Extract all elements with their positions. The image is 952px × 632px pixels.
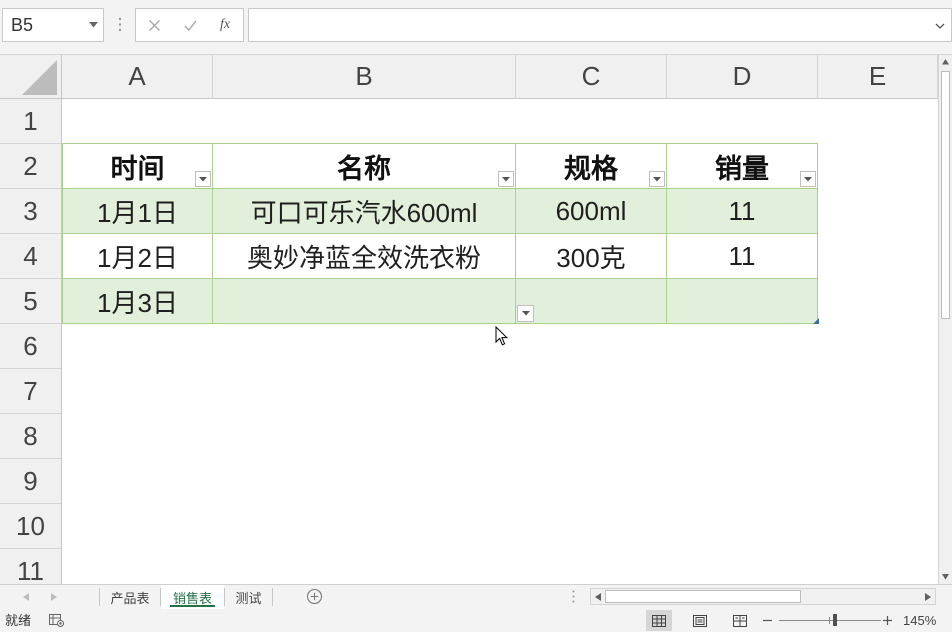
status-bar: 就绪 145% (0, 609, 952, 632)
row-header[interactable]: 2 (0, 144, 61, 189)
chevron-down-icon[interactable] (89, 22, 98, 28)
horizontal-scroll-thumb[interactable] (605, 590, 801, 603)
row-header[interactable]: 3 (0, 189, 61, 234)
filter-dropdown-button[interactable] (498, 171, 514, 187)
vertical-scrollbar[interactable] (938, 55, 952, 584)
zoom-slider-thumb[interactable] (833, 614, 837, 626)
status-ready-text: 就绪 (5, 613, 32, 628)
zoom-in-icon[interactable] (882, 615, 893, 626)
filter-dropdown-icon (804, 176, 812, 181)
filter-dropdown-button[interactable] (649, 171, 665, 187)
row-headers: 1 2 3 4 5 6 7 8 9 10 11 (0, 99, 62, 584)
tab-split-grip-icon[interactable] (572, 590, 575, 603)
normal-view-button[interactable] (646, 610, 672, 631)
formula-bar-grip-icon[interactable] (118, 17, 122, 32)
table-header-cell[interactable]: 规格 (516, 144, 667, 189)
chevron-down-icon (521, 311, 530, 316)
table-resize-handle[interactable] (813, 318, 819, 324)
normal-view-icon (652, 614, 666, 627)
scroll-left-icon[interactable] (595, 593, 601, 601)
horizontal-scrollbar[interactable] (590, 588, 936, 605)
filter-dropdown-icon (502, 176, 510, 181)
table-cell[interactable] (667, 279, 818, 324)
column-header-d[interactable]: D (667, 55, 818, 99)
page-break-preview-icon (733, 614, 747, 627)
column-header-a[interactable]: A (62, 55, 213, 99)
table-header-label: 时间 (110, 153, 165, 184)
sheet-tab-sales[interactable]: 销售表 (161, 585, 224, 609)
table-cell[interactable]: 300克 (516, 234, 667, 279)
active-cell-b5[interactable] (213, 279, 516, 324)
page-layout-view-icon (693, 614, 707, 627)
table-cell[interactable]: 1月2日 (63, 234, 213, 279)
formula-bar: B5 fx (0, 0, 952, 55)
sheet-tab-products[interactable]: 产品表 (100, 585, 160, 609)
zoom-level-label[interactable]: 145% (903, 609, 936, 632)
filter-dropdown-icon (199, 176, 207, 181)
row-header[interactable]: 6 (0, 324, 61, 369)
table-header-cell[interactable]: 名称 (213, 144, 516, 189)
scroll-up-icon[interactable] (942, 59, 949, 65)
table-header-cell[interactable]: 销量 (667, 144, 818, 189)
table-cell[interactable]: 11 (667, 234, 818, 279)
validation-dropdown-button[interactable] (517, 305, 534, 322)
add-circle-icon[interactable] (306, 588, 323, 605)
name-box-value: B5 (11, 15, 34, 35)
active-tab-underline (170, 605, 215, 607)
table-cell[interactable]: 1月1日 (63, 189, 213, 234)
table-cell[interactable]: 可口可乐汽水600ml (213, 189, 516, 234)
row-header[interactable]: 11 (0, 549, 61, 585)
table-cell[interactable]: 奥妙净蓝全效洗衣粉 (213, 234, 516, 279)
page-break-preview-button[interactable] (727, 610, 753, 631)
zoom-slider-center-tick (829, 617, 830, 624)
row-header[interactable]: 4 (0, 234, 61, 279)
check-icon[interactable] (184, 19, 197, 32)
select-all-button[interactable] (0, 55, 62, 99)
insert-function-button[interactable]: fx (220, 9, 230, 41)
formula-actions: fx (135, 8, 244, 42)
macro-record-icon[interactable] (49, 614, 64, 627)
scroll-right-icon[interactable] (925, 593, 931, 601)
sheet-tab-label: 销售表 (172, 590, 212, 606)
table-header-label: 规格 (564, 153, 618, 184)
sheet-tab-test[interactable]: 测试 (225, 585, 272, 609)
table-cell[interactable]: 1月3日 (63, 279, 213, 324)
row-header[interactable]: 9 (0, 459, 61, 504)
table-cell[interactable]: 600ml (516, 189, 667, 234)
chevron-down-icon[interactable] (935, 23, 945, 29)
row-header[interactable]: 1 (0, 99, 61, 144)
select-all-triangle-icon (22, 60, 57, 95)
page-layout-view-button[interactable] (687, 610, 713, 631)
row-header[interactable]: 7 (0, 369, 61, 414)
table-header-label: 名称 (337, 153, 391, 184)
column-header-c[interactable]: C (516, 55, 667, 99)
filter-dropdown-button[interactable] (800, 171, 816, 187)
scroll-down-icon[interactable] (942, 574, 949, 580)
formula-input[interactable] (248, 8, 952, 42)
table-header-label: 销量 (715, 153, 769, 184)
row-header[interactable]: 5 (0, 279, 61, 324)
triangle-right-icon[interactable] (51, 593, 57, 601)
filter-dropdown-button[interactable] (195, 171, 211, 187)
table-header-cell[interactable]: 时间 (63, 144, 213, 189)
vertical-scroll-thumb[interactable] (941, 71, 950, 319)
triangle-left-icon[interactable] (23, 593, 29, 601)
name-box[interactable]: B5 (2, 8, 104, 42)
filter-dropdown-icon (653, 176, 661, 181)
table-cell[interactable] (516, 279, 667, 324)
column-header-b[interactable]: B (213, 55, 516, 99)
table-cell[interactable]: 11 (667, 189, 818, 234)
row-header[interactable]: 8 (0, 414, 61, 459)
sales-table: 时间 名称 规格 销量 1月1日 可口可乐汽水600ml 600ml 11 1月… (62, 143, 818, 324)
zoom-slider-track[interactable] (779, 620, 881, 621)
tab-separator (272, 588, 273, 606)
row-header[interactable]: 10 (0, 504, 61, 549)
zoom-out-icon[interactable] (762, 615, 773, 626)
mouse-cursor-icon (495, 326, 508, 346)
column-header-e[interactable]: E (818, 55, 938, 99)
close-icon[interactable] (148, 19, 161, 32)
